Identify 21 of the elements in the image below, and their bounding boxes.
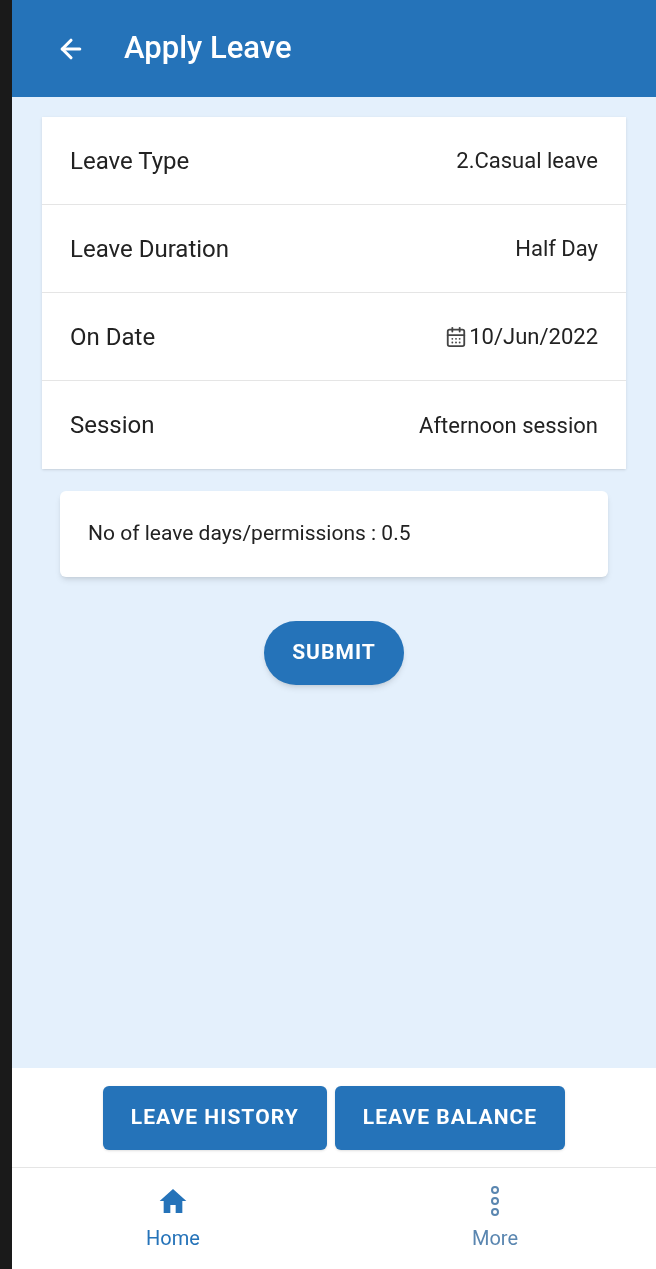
more-icon — [490, 1184, 500, 1217]
field-label: Session — [70, 410, 155, 441]
field-value: 10/Jun/2022 — [469, 323, 598, 351]
field-value: 2.Casual leave — [456, 147, 598, 175]
calendar-icon — [445, 325, 468, 348]
nav-item[interactable]: Home — [12, 1168, 334, 1269]
form-row[interactable]: Session Afternoon session — [42, 381, 626, 469]
field-label: On Date — [70, 321, 156, 353]
nav-item[interactable]: More — [334, 1168, 656, 1269]
submit-button[interactable]: SUBMIT — [264, 621, 404, 685]
field-value: Half Day — [515, 235, 598, 263]
screen-title: Apply Leave — [124, 28, 292, 69]
form-row[interactable]: On Date 10/Jun/2022 — [42, 293, 626, 381]
field-label: Leave Type — [70, 145, 190, 177]
field-label: Leave Duration — [70, 233, 229, 265]
form-row[interactable]: Leave Duration Half Day — [42, 205, 626, 293]
action-button[interactable]: LEAVE HISTORY — [102, 1085, 327, 1150]
action-button[interactable]: LEAVE BALANCE — [334, 1085, 566, 1150]
leave-days-text: No of leave days/permissions : 0.5 — [88, 520, 411, 548]
field-value: Afternoon session — [419, 411, 598, 440]
form-row[interactable]: Leave Type 2.Casual leave — [42, 117, 626, 205]
